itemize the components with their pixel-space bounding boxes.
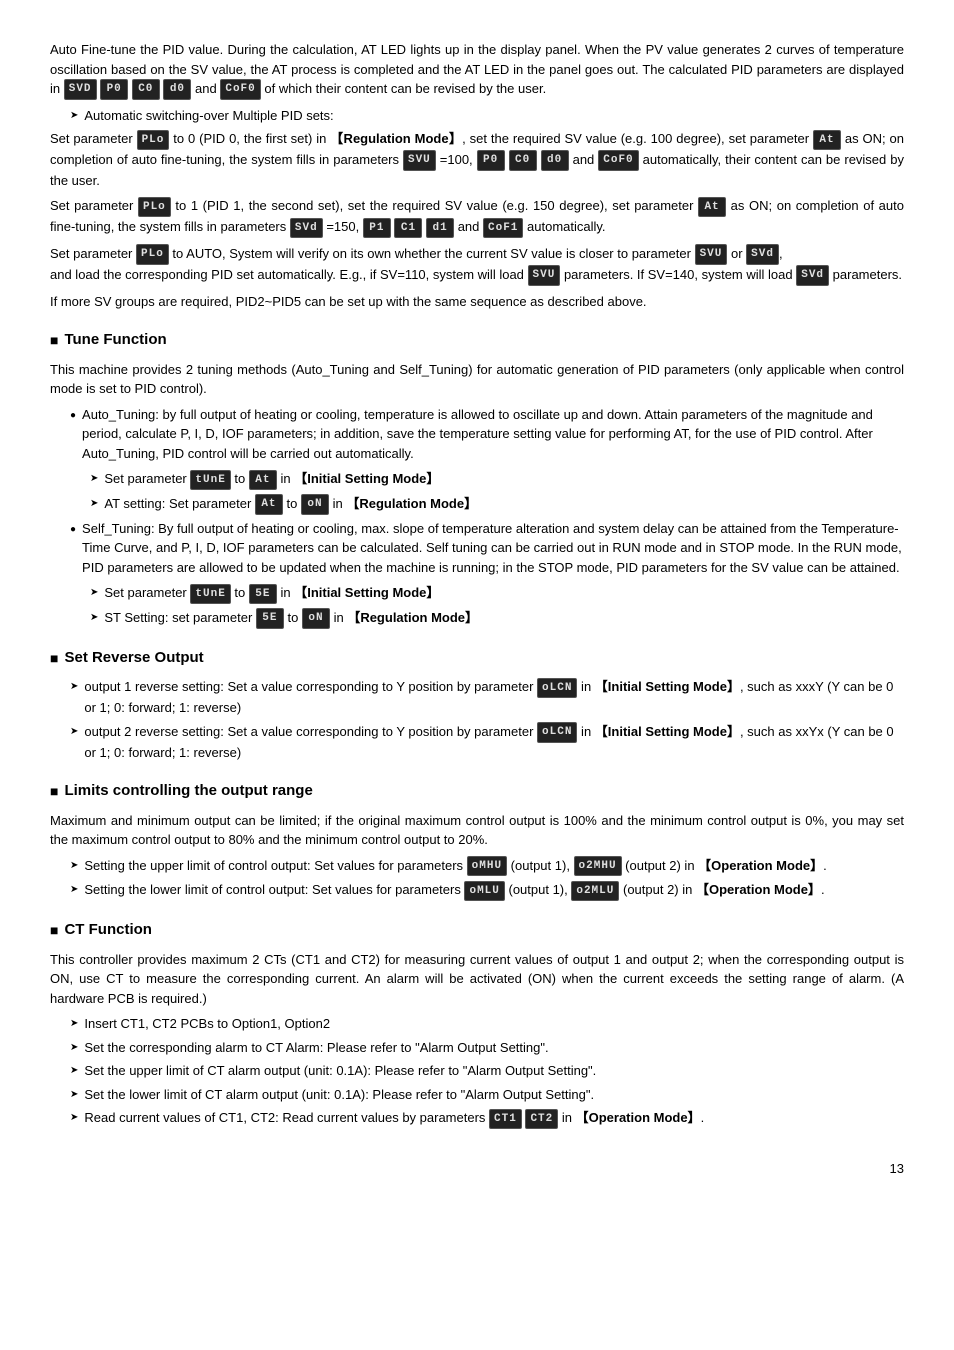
pid1-para: Set parameter PLo to 1 (PID 1, the secon… xyxy=(50,196,904,238)
lcd-ct1: CT1 xyxy=(489,1109,522,1130)
lcd-at-val: At xyxy=(249,470,277,491)
pid-groups-para: If more SV groups are required, PID2~PID… xyxy=(50,292,904,312)
auto-switching-text: Automatic switching-over Multiple PID se… xyxy=(84,106,333,126)
lcd-d1-2: d1 xyxy=(426,218,454,239)
st-set-text: Set parameter tUnE to 5E in 【Initial Set… xyxy=(104,583,439,604)
lcd-svd1-3: SVd xyxy=(746,244,779,265)
ct-item4: Set the lower limit of CT alarm output (… xyxy=(70,1085,904,1105)
ct-item2-text: Set the corresponding alarm to CT Alarm:… xyxy=(84,1038,548,1058)
auto-tuning-text: Auto_Tuning: by full output of heating o… xyxy=(82,405,904,464)
lcd-d0: d0 xyxy=(163,79,191,100)
lcd-olcn-2: oLCN xyxy=(537,722,577,743)
limits-upper-item: Setting the upper limit of control outpu… xyxy=(70,856,904,877)
lcd-at-2: At xyxy=(698,197,726,218)
reverse-section-title: Set Reverse Output xyxy=(50,647,904,670)
ct-item5: Read current values of CT1, CT2: Read cu… xyxy=(70,1108,904,1129)
limits-lower-text: Setting the lower limit of control outpu… xyxy=(84,880,824,901)
at-set-text: Set parameter tUnE to At in 【Initial Set… xyxy=(104,469,439,490)
self-tuning-bullet: Self_Tuning: By full output of heating o… xyxy=(70,519,904,578)
at-setting-param: AT setting: Set parameter At to oN in 【R… xyxy=(90,494,904,515)
lcd-p0: P0 xyxy=(100,79,128,100)
self-tuning-text: Self_Tuning: By full output of heating o… xyxy=(82,519,904,578)
auto-tuning-bullet: Auto_Tuning: by full output of heating o… xyxy=(70,405,904,464)
st-setting-text: ST Setting: set parameter 5E to oN in 【R… xyxy=(104,608,478,629)
lcd-p1-2: P1 xyxy=(363,218,391,239)
lcd-svu0-3: SVU xyxy=(695,244,728,265)
lcd-o2mhu: o2MHU xyxy=(574,856,622,877)
limits-lower-item: Setting the lower limit of control outpu… xyxy=(70,880,904,901)
page-number: 13 xyxy=(50,1159,904,1179)
lcd-o2mlu: o2MLU xyxy=(571,881,619,902)
reverse2-text: output 2 reverse setting: Set a value co… xyxy=(84,722,904,762)
lcd-svu-1: SVU xyxy=(403,150,436,171)
ct-item3: Set the upper limit of CT alarm output (… xyxy=(70,1061,904,1081)
at-setting-text: AT setting: Set parameter At to oN in 【R… xyxy=(104,494,477,515)
lcd-tune-st: tUnE xyxy=(190,584,230,605)
lcd-at-1: At xyxy=(813,130,841,151)
pid-auto-para: Set parameter PLo to AUTO, System will v… xyxy=(50,244,904,286)
lcd-p-1: P0 xyxy=(477,150,505,171)
st-setting-param: ST Setting: set parameter 5E to oN in 【R… xyxy=(90,608,904,629)
reverse1-text: output 1 reverse setting: Set a value co… xyxy=(84,677,904,717)
lcd-plc-3: PLo xyxy=(136,244,169,265)
ct-item3-text: Set the upper limit of CT alarm output (… xyxy=(84,1061,596,1081)
tune-intro: This machine provides 2 tuning methods (… xyxy=(50,360,904,399)
limits-intro: Maximum and minimum output can be limite… xyxy=(50,811,904,850)
ct-intro: This controller provides maximum 2 CTs (… xyxy=(50,950,904,1009)
lcd-c-1: C0 xyxy=(509,150,537,171)
lcd-5e-val: 5E xyxy=(249,584,277,605)
lcd-svd-2: SVd xyxy=(290,218,323,239)
lcd-d-1: d0 xyxy=(541,150,569,171)
page-content: Auto Fine-tune the PID value. During the… xyxy=(50,40,904,1179)
ct-item4-text: Set the lower limit of CT alarm output (… xyxy=(84,1085,594,1105)
lcd-c0: C0 xyxy=(132,79,160,100)
lcd-at-reg: At xyxy=(255,494,283,515)
tune-section-title: Tune Function xyxy=(50,329,904,352)
lcd-on-st: oN xyxy=(302,608,330,629)
ct-item1: Insert CT1, CT2 PCBs to Option1, Option2 xyxy=(70,1014,904,1034)
lcd-c1-2: C1 xyxy=(394,218,422,239)
pid0-para: Set parameter PLo to 0 (PID 0, the first… xyxy=(50,129,904,190)
lcd-on-at: oN xyxy=(301,494,329,515)
reverse1-item: output 1 reverse setting: Set a value co… xyxy=(70,677,904,717)
lcd-svu-load: SVU xyxy=(528,265,561,286)
ct-item1-text: Insert CT1, CT2 PCBs to Option1, Option2 xyxy=(84,1014,330,1034)
lcd-5e-st: 5E xyxy=(256,608,284,629)
auto-switching-item: Automatic switching-over Multiple PID se… xyxy=(70,106,904,126)
ct-item5-text: Read current values of CT1, CT2: Read cu… xyxy=(84,1108,704,1129)
lcd-ct2: CT2 xyxy=(525,1109,558,1130)
ct-item2: Set the corresponding alarm to CT Alarm:… xyxy=(70,1038,904,1058)
lcd-omhu: oMHU xyxy=(467,856,507,877)
at-set-param: Set parameter tUnE to At in 【Initial Set… xyxy=(90,469,904,490)
lcd-plc-1: PLo xyxy=(137,130,170,151)
lcd-cof1-2: CoF1 xyxy=(483,218,523,239)
lcd-svd-load: SVd xyxy=(796,265,829,286)
limits-upper-text: Setting the upper limit of control outpu… xyxy=(84,856,826,877)
lcd-tune-at: tUnE xyxy=(190,470,230,491)
reverse2-item: output 2 reverse setting: Set a value co… xyxy=(70,722,904,762)
lcd-olcn-1: oLCN xyxy=(537,678,577,699)
lcd-cof0: CoF0 xyxy=(220,79,260,100)
intro-paragraph: Auto Fine-tune the PID value. During the… xyxy=(50,40,904,100)
limits-section-title: Limits controlling the output range xyxy=(50,780,904,803)
lcd-cofu-1: CoF0 xyxy=(598,150,638,171)
lcd-omlu: oMLU xyxy=(464,881,504,902)
lcd-sv0: SVD xyxy=(64,79,97,100)
lcd-plc-2: PLo xyxy=(138,197,171,218)
ct-section-title: CT Function xyxy=(50,919,904,942)
st-set-param: Set parameter tUnE to 5E in 【Initial Set… xyxy=(90,583,904,604)
